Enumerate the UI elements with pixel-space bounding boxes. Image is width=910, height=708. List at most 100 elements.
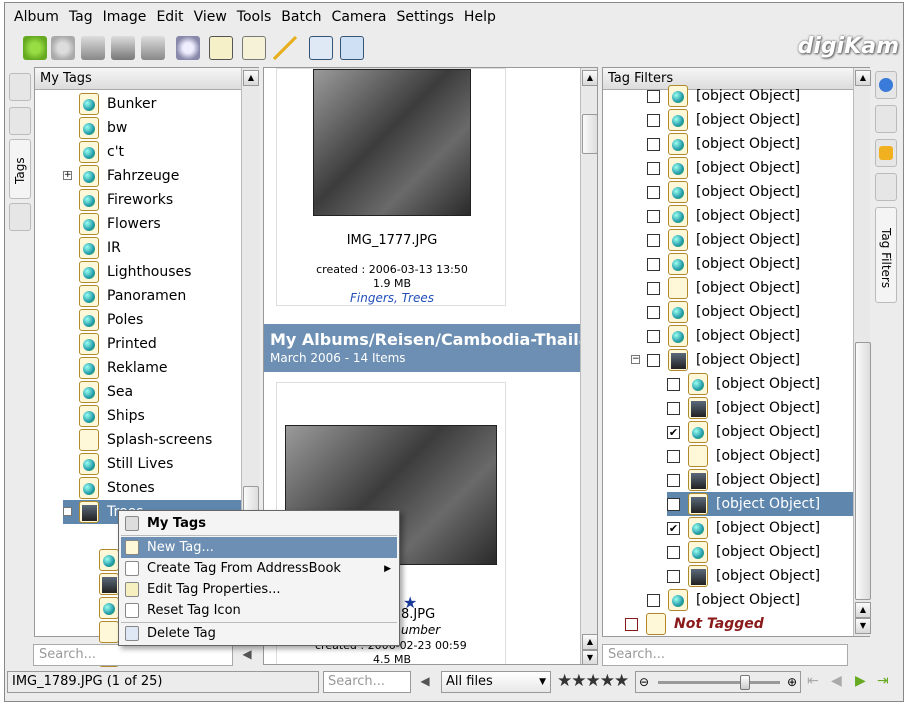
camera-icon[interactable] bbox=[81, 36, 105, 60]
zoom-in-icon[interactable]: ⊕ bbox=[787, 672, 797, 692]
clear-search-icon[interactable]: ◀ bbox=[237, 647, 257, 665]
metadata-tab[interactable] bbox=[875, 105, 897, 133]
tag-filter-item[interactable]: [object Object] bbox=[647, 324, 800, 348]
edit-icon[interactable] bbox=[242, 36, 266, 60]
menu-tag[interactable]: Tag bbox=[64, 9, 98, 25]
tag-filter-checkbox[interactable] bbox=[667, 569, 680, 583]
image-properties-icon[interactable] bbox=[209, 36, 233, 60]
star-icon[interactable]: ★ bbox=[586, 671, 601, 691]
last-icon[interactable]: ⇥ bbox=[877, 673, 889, 689]
tag-filter-item[interactable]: [object Object] bbox=[647, 276, 800, 300]
tag-filter-checkbox[interactable] bbox=[667, 545, 680, 559]
not-tagged-filter[interactable]: Not Tagged bbox=[625, 612, 764, 636]
tag-item[interactable]: + Fahrzeuge bbox=[63, 164, 179, 188]
delete-tag-menu-item[interactable]: Delete Tag bbox=[121, 623, 397, 644]
tag-item[interactable]: Bunker bbox=[79, 92, 156, 116]
tag-filter-item[interactable]: [object Object] bbox=[647, 588, 800, 612]
tag-filter-item[interactable]: [object Object] bbox=[647, 228, 800, 252]
menu-album[interactable]: Album bbox=[9, 9, 64, 25]
tag-filter-item[interactable]: [object Object] bbox=[667, 564, 820, 588]
menu-batch[interactable]: Batch bbox=[276, 9, 326, 25]
scroll-down-arrow[interactable]: ▼ bbox=[582, 650, 597, 664]
tag-filter-item[interactable]: [object Object] bbox=[647, 156, 800, 180]
scroll-up-arrow[interactable]: ▲ bbox=[582, 70, 597, 86]
tag-item[interactable]: c't bbox=[79, 140, 124, 164]
properties-tab[interactable] bbox=[875, 71, 897, 99]
tag-filter-item[interactable]: [object Object] bbox=[647, 132, 800, 156]
status-search-input[interactable]: Search... bbox=[323, 671, 411, 693]
tag-filter-item[interactable]: [object Object] bbox=[647, 204, 800, 228]
tag-item[interactable]: Ships bbox=[79, 404, 145, 428]
tag-filter-checkbox[interactable] bbox=[647, 281, 660, 295]
star-icon[interactable]: ★ bbox=[557, 671, 572, 691]
tag-item[interactable]: Panoramen bbox=[79, 284, 186, 308]
tag-filter-item[interactable]: [object Object] bbox=[667, 372, 820, 396]
tag-filter-item[interactable]: [object Object] bbox=[667, 492, 853, 516]
tag-item[interactable]: Poles bbox=[79, 308, 143, 332]
tag-filter-checkbox[interactable] bbox=[647, 137, 660, 151]
icon-view-scrollbar[interactable]: ▲ ▲ ▼ bbox=[580, 68, 597, 664]
expand-icon[interactable]: + bbox=[63, 171, 72, 180]
edit-tag-properties-menu-item[interactable]: Edit Tag Properties... bbox=[121, 579, 397, 600]
tag-item[interactable]: Fireworks bbox=[79, 188, 173, 212]
tag-filter-checkbox[interactable] bbox=[647, 233, 660, 247]
first-icon[interactable]: ⇤ bbox=[807, 673, 819, 689]
tag-filter-item[interactable]: [object Object] bbox=[647, 108, 800, 132]
scroll-thumb[interactable] bbox=[855, 342, 871, 600]
menu-tools[interactable]: Tools bbox=[232, 9, 277, 25]
tag-item[interactable]: Still Lives bbox=[79, 452, 173, 476]
menu-camera[interactable]: Camera bbox=[327, 9, 392, 25]
create-from-addressbook-menu-item[interactable]: Create Tag From AddressBook ▶ bbox=[121, 558, 397, 579]
tag-item[interactable]: bw bbox=[79, 116, 127, 140]
tag-item[interactable]: Reklame bbox=[79, 356, 168, 380]
tag-filter-checkbox[interactable] bbox=[647, 353, 660, 367]
tag-filter-checkbox[interactable]: ✔ bbox=[667, 425, 680, 439]
tag-filter-item[interactable]: [object Object] bbox=[667, 468, 820, 492]
tag-filter-checkbox[interactable] bbox=[647, 593, 660, 607]
tag-item[interactable]: IR bbox=[79, 236, 121, 260]
menu-settings[interactable]: Settings bbox=[392, 9, 459, 25]
tag-filter-checkbox[interactable] bbox=[647, 161, 660, 175]
tag-filter-checkbox[interactable] bbox=[667, 449, 680, 463]
tag-filter-checkbox[interactable] bbox=[647, 185, 660, 199]
prev-icon[interactable]: ◀ bbox=[831, 673, 842, 689]
albums-tab[interactable] bbox=[9, 73, 31, 101]
tag-filter-checkbox[interactable] bbox=[647, 89, 660, 103]
menu-help[interactable]: Help bbox=[459, 9, 501, 25]
tag-filter-checkbox[interactable]: ✔ bbox=[667, 521, 680, 535]
zoom-icon[interactable] bbox=[176, 36, 200, 60]
back-icon[interactable] bbox=[23, 36, 47, 60]
tags-search-input[interactable]: Search... bbox=[33, 644, 233, 666]
menu-view[interactable]: View bbox=[189, 9, 232, 25]
tag-item[interactable]: Sea bbox=[79, 380, 133, 404]
scroll-up-arrow[interactable]: ▲ bbox=[855, 70, 871, 86]
tag-filter-checkbox[interactable] bbox=[667, 473, 680, 487]
tag-filters-search-input[interactable]: Search... bbox=[602, 644, 848, 666]
colors-tab[interactable] bbox=[875, 139, 897, 167]
tag-filter-item[interactable]: ✔ [object Object] bbox=[667, 420, 820, 444]
scroll-down-arrow[interactable]: ▼ bbox=[855, 618, 871, 634]
tag-filter-checkbox[interactable] bbox=[647, 257, 660, 271]
menu-edit[interactable]: Edit bbox=[151, 9, 188, 25]
image-card[interactable]: IMG_1777.JPG created : 2006-03-13 13:50 … bbox=[276, 68, 506, 306]
camera-icon[interactable] bbox=[111, 36, 135, 60]
tag-filter-checkbox[interactable] bbox=[667, 401, 680, 415]
tag-filter-item[interactable]: [object Object] bbox=[667, 396, 820, 420]
tags-tab[interactable]: Tags bbox=[9, 139, 31, 199]
tag-filters-scrollbar[interactable]: ▲ ▲ ▼ bbox=[853, 68, 871, 636]
scroll-thumb[interactable] bbox=[582, 114, 597, 154]
expand-icon[interactable]: − bbox=[631, 355, 640, 364]
pen-icon[interactable] bbox=[273, 36, 297, 60]
menu-image[interactable]: Image bbox=[98, 9, 152, 25]
star-icon[interactable]: ★ bbox=[571, 671, 586, 691]
new-tag-menu-item[interactable]: New Tag... bbox=[121, 537, 397, 558]
tag-item[interactable]: Flowers bbox=[79, 212, 161, 236]
tag-filter-checkbox[interactable] bbox=[647, 209, 660, 223]
expand-icon[interactable]: − bbox=[63, 507, 72, 516]
star-icon[interactable]: ★ bbox=[614, 671, 629, 691]
tag-filter-checkbox[interactable] bbox=[667, 377, 680, 391]
reset-tag-icon-menu-item[interactable]: Reset Tag Icon bbox=[121, 600, 397, 621]
zoom-out-icon[interactable]: ⊖ bbox=[639, 672, 649, 692]
tag-filter-checkbox[interactable] bbox=[647, 113, 660, 127]
zoom-handle[interactable] bbox=[740, 675, 750, 690]
